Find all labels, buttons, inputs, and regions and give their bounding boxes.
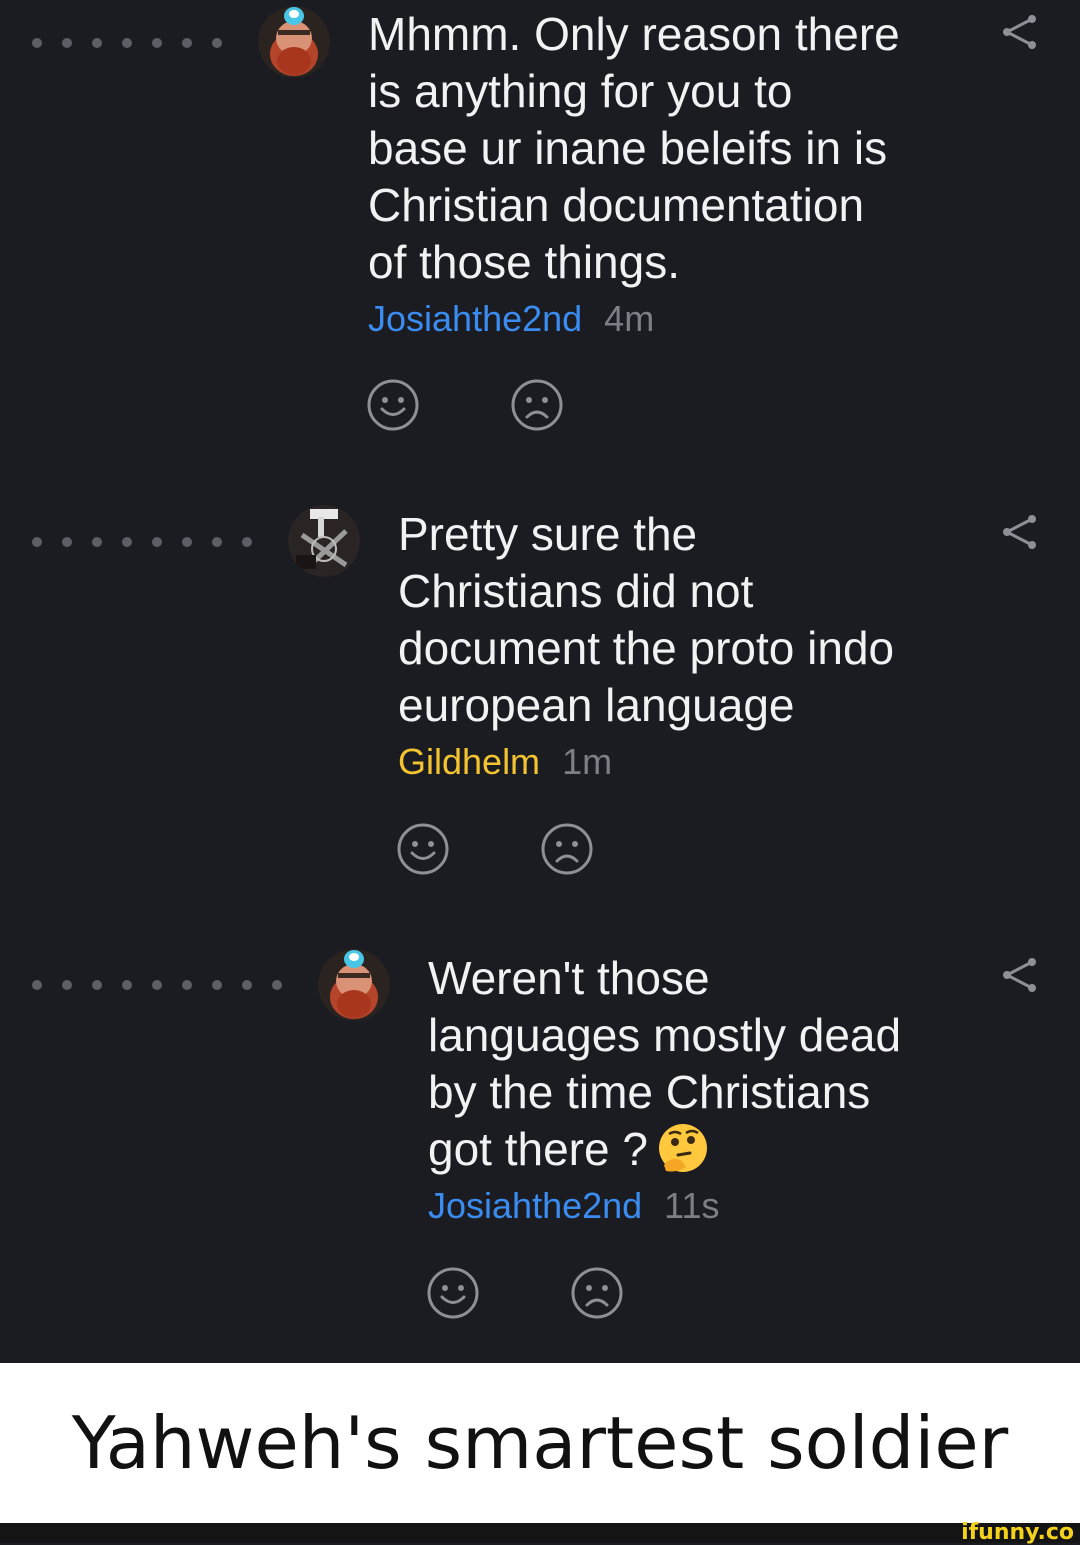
reply-depth-indicator	[32, 38, 242, 48]
share-icon[interactable]	[1000, 512, 1040, 552]
username-link[interactable]: Gildhelm	[398, 741, 540, 782]
timestamp: 11s	[664, 1185, 720, 1226]
smile-icon[interactable]	[366, 378, 420, 432]
reply-depth-indicator	[32, 537, 272, 547]
share-icon[interactable]	[1000, 955, 1040, 995]
footer-bar: ifunny.co	[0, 1520, 1080, 1545]
frown-icon[interactable]	[510, 378, 564, 432]
meme-caption-bar: Yahweh's smartest soldier	[0, 1363, 1080, 1523]
timestamp: 4m	[604, 298, 655, 339]
thinking-face-emoji	[658, 1124, 707, 1172]
avatar[interactable]	[288, 505, 360, 577]
comment-thread: Mhmm. Only reason there is anything for …	[0, 0, 1080, 1363]
avatar[interactable]	[258, 6, 330, 78]
frown-icon[interactable]	[540, 822, 594, 876]
comment-text: Pretty sure the Christians did not docum…	[398, 508, 895, 731]
frown-icon[interactable]	[570, 1266, 624, 1320]
username-link[interactable]: Josiahthe2nd	[428, 1185, 642, 1226]
share-icon[interactable]	[1000, 12, 1040, 52]
comment-text: Weren't those languages mostly dead by t…	[428, 952, 902, 1175]
reply-depth-indicator	[32, 980, 302, 990]
avatar[interactable]	[318, 949, 390, 1021]
smile-icon[interactable]	[426, 1266, 480, 1320]
comment-text: Mhmm. Only reason there is anything for …	[368, 8, 900, 288]
timestamp: 1m	[562, 741, 613, 782]
smile-icon[interactable]	[396, 822, 450, 876]
ifunny-watermark: ifunny.co	[961, 1520, 1074, 1545]
meme-caption: Yahweh's smartest soldier	[71, 1401, 1009, 1485]
username-link[interactable]: Josiahthe2nd	[368, 298, 582, 339]
